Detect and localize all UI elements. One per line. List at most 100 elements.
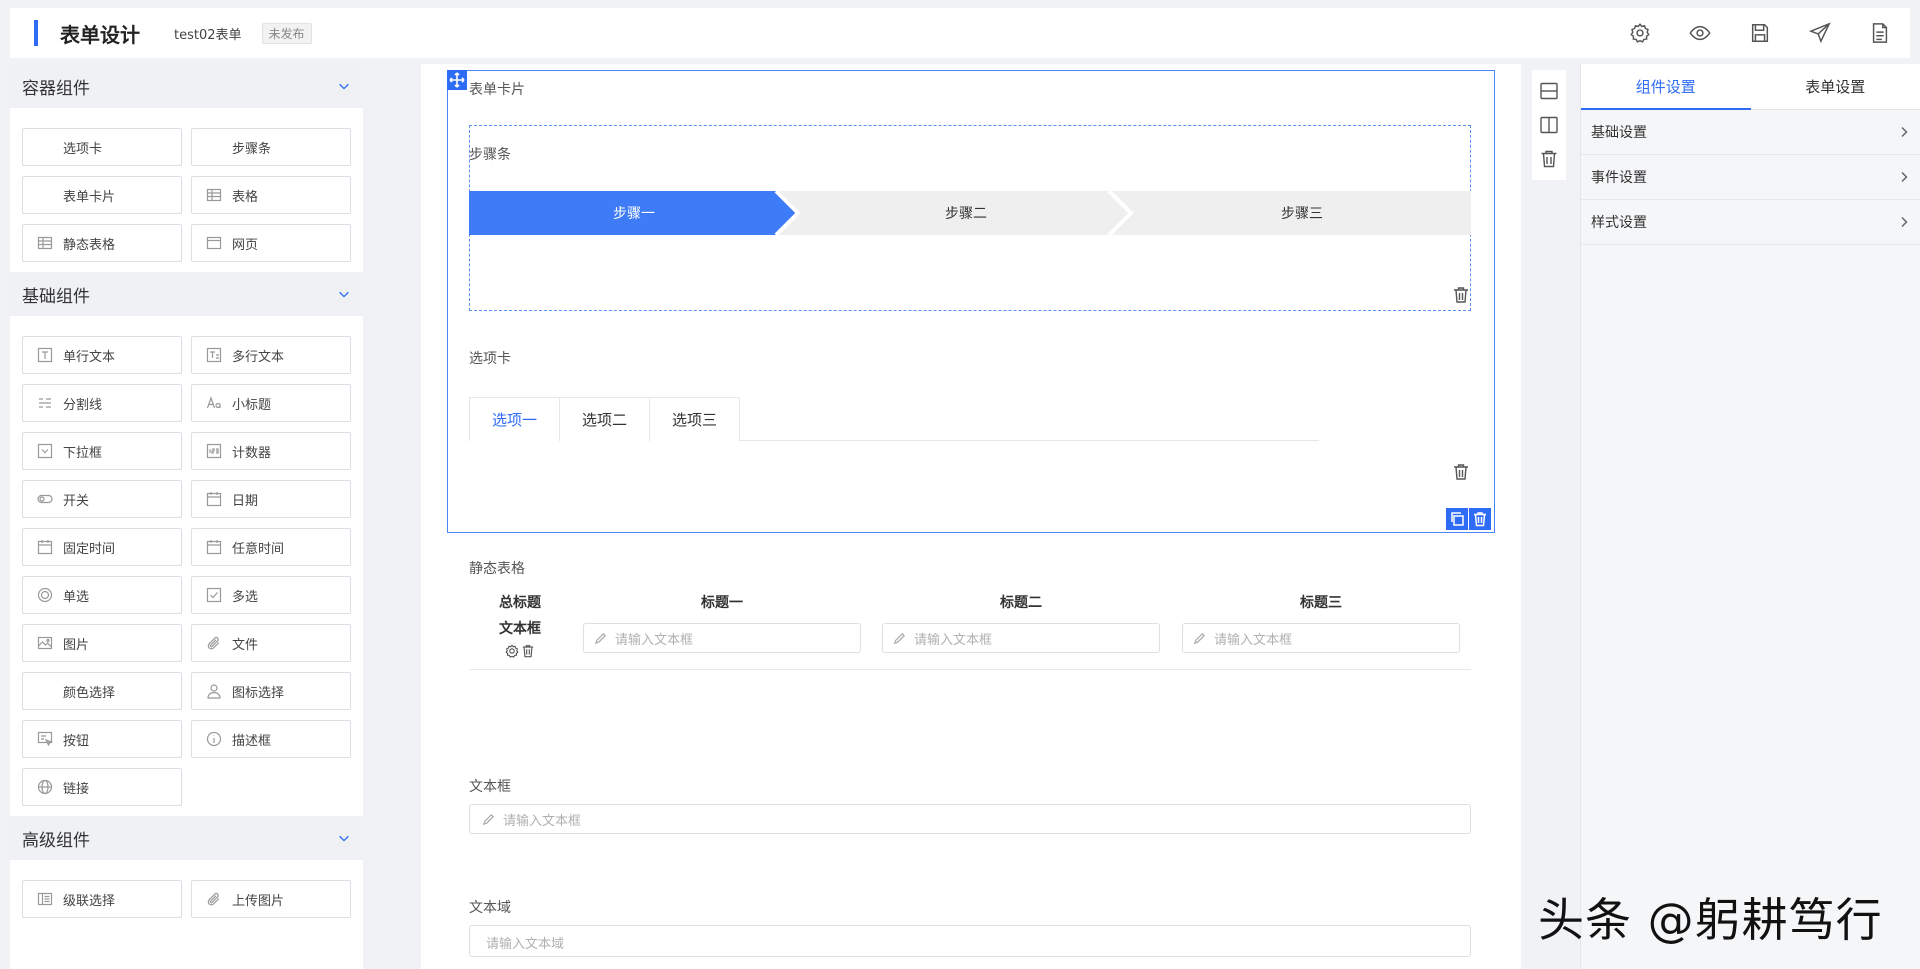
component-file[interactable]: 文件 xyxy=(191,624,351,662)
delete-tabs-button[interactable] xyxy=(1452,463,1470,481)
component-multi-text[interactable]: 多行文本 xyxy=(191,336,351,374)
table-cell-input-2[interactable]: 请输入文本框 xyxy=(882,623,1160,653)
component-label: 表格 xyxy=(232,189,259,205)
chevron-right-icon xyxy=(1901,216,1908,228)
trash-icon xyxy=(1541,150,1557,168)
component-divider[interactable]: 分割线 xyxy=(22,384,182,422)
component-subtitle[interactable]: 小标题 xyxy=(191,384,351,422)
component-switch[interactable]: 开关 xyxy=(22,480,182,518)
component-panel: 容器组件 选项卡 步骤条 表单卡片 表格 静态表格 网页 基础组件 单行文本 多… xyxy=(10,64,363,969)
row-layout-button[interactable] xyxy=(1537,79,1561,103)
tab-option-3[interactable]: 选项三 xyxy=(649,397,740,441)
eye-icon xyxy=(1689,25,1711,41)
tab-option-2[interactable]: 选项二 xyxy=(559,397,650,441)
group-header-advanced[interactable]: 高级组件 xyxy=(10,816,363,860)
user-icon xyxy=(207,684,221,699)
settings-item-basic[interactable]: 基础设置 xyxy=(1581,110,1920,155)
export-button[interactable] xyxy=(1850,8,1910,58)
component-label: 单行文本 xyxy=(63,349,116,365)
preview-button[interactable] xyxy=(1670,8,1730,58)
component-link[interactable]: 链接 xyxy=(22,768,182,806)
paperclip-icon xyxy=(207,636,220,650)
component-label: 链接 xyxy=(63,781,90,797)
component-single-text[interactable]: 单行文本 xyxy=(22,336,182,374)
delete-layout-button[interactable] xyxy=(1537,147,1561,171)
component-cascader[interactable]: 级联选择 xyxy=(22,880,182,918)
component-webpage[interactable]: 网页 xyxy=(191,224,351,262)
component-button[interactable]: 按钮 xyxy=(22,720,182,758)
tab-form-settings[interactable]: 表单设置 xyxy=(1751,64,1920,109)
table-cell-input-1[interactable]: 请输入文本框 xyxy=(583,623,861,653)
component-description[interactable]: 描述框 xyxy=(191,720,351,758)
drag-handle[interactable] xyxy=(447,70,467,90)
component-radio[interactable]: 单选 xyxy=(22,576,182,614)
delete-card-button[interactable] xyxy=(1469,508,1491,530)
group-header-basic[interactable]: 基础组件 xyxy=(10,272,363,316)
calendar-icon xyxy=(206,540,222,555)
delete-steps-button[interactable] xyxy=(1452,286,1470,304)
settings-tabs: 组件设置 表单设置 xyxy=(1581,64,1920,110)
chevron-down-icon xyxy=(339,835,349,842)
component-label: 开关 xyxy=(63,493,90,509)
save-button[interactable] xyxy=(1730,8,1790,58)
settings-panel: 组件设置 表单设置 基础设置 事件设置 样式设置 xyxy=(1580,64,1920,969)
pencil-icon xyxy=(893,632,905,644)
component-tabs[interactable]: 选项卡 xyxy=(22,128,182,166)
component-upload-image[interactable]: 上传图片 xyxy=(191,880,351,918)
component-any-time[interactable]: 任意时间 xyxy=(191,528,351,566)
gear-icon xyxy=(1630,23,1650,43)
settings-item-events[interactable]: 事件设置 xyxy=(1581,155,1920,200)
component-checkbox[interactable]: 多选 xyxy=(191,576,351,614)
copy-icon xyxy=(1451,512,1464,526)
component-color-picker[interactable]: 颜色选择 xyxy=(22,672,182,710)
component-static-table[interactable]: 静态表格 xyxy=(22,224,182,262)
tab-option-1[interactable]: 选项一 xyxy=(469,397,560,441)
component-label: 下拉框 xyxy=(63,445,103,461)
component-form-card[interactable]: 表单卡片 xyxy=(22,176,182,214)
step-2[interactable]: 步骤二 xyxy=(799,191,1133,235)
font-icon xyxy=(206,396,221,409)
design-canvas: 表单卡片 步骤条 步骤一 步骤二 步骤三 选项卡 选项一 选项二 选项三 静态表… xyxy=(421,64,1521,969)
component-image[interactable]: 图片 xyxy=(22,624,182,662)
textbox-label: 文本框 xyxy=(469,779,511,795)
gear-icon[interactable] xyxy=(505,644,519,658)
column-layout-button[interactable] xyxy=(1537,113,1561,137)
step-1[interactable]: 步骤一 xyxy=(469,191,799,235)
table-header-2: 标题二 xyxy=(1000,595,1042,611)
component-icon-picker[interactable]: 图标选择 xyxy=(191,672,351,710)
radio-icon xyxy=(37,587,53,603)
component-select[interactable]: 下拉框 xyxy=(22,432,182,470)
table-cell-input-3[interactable]: 请输入文本框 xyxy=(1182,623,1460,653)
trash-icon xyxy=(1454,464,1468,480)
calendar-icon xyxy=(206,492,222,507)
component-fixed-time[interactable]: 固定时间 xyxy=(22,528,182,566)
copy-card-button[interactable] xyxy=(1446,508,1468,530)
split-vertical-icon xyxy=(1540,116,1558,134)
table-cell-placeholder: 请输入文本框 xyxy=(615,632,694,648)
component-steps[interactable]: 步骤条 xyxy=(191,128,351,166)
settings-item-style[interactable]: 样式设置 xyxy=(1581,200,1920,245)
component-label: 计数器 xyxy=(232,445,272,461)
component-counter[interactable]: 计数器 xyxy=(191,432,351,470)
card-actions xyxy=(1445,508,1491,530)
component-label: 表单卡片 xyxy=(63,189,116,205)
steps-bar: 步骤一 步骤二 步骤三 xyxy=(469,191,1471,235)
textarea-input[interactable]: 请输入文本域 xyxy=(469,925,1471,957)
settings-button[interactable] xyxy=(1610,8,1670,58)
component-table[interactable]: 表格 xyxy=(191,176,351,214)
trash-icon[interactable] xyxy=(521,644,535,658)
page-title: 表单设计 xyxy=(60,22,140,47)
component-date[interactable]: 日期 xyxy=(191,480,351,518)
image-icon xyxy=(37,636,53,650)
tab-component-settings[interactable]: 组件设置 xyxy=(1581,64,1751,110)
steps-label: 步骤条 xyxy=(469,147,511,163)
textbox-input[interactable]: 请输入文本框 xyxy=(469,804,1471,834)
form-name: test02表单 xyxy=(174,27,242,43)
component-label: 多行文本 xyxy=(232,349,285,365)
component-label: 多选 xyxy=(232,589,259,605)
settings-item-label: 样式设置 xyxy=(1591,215,1647,231)
group-header-container[interactable]: 容器组件 xyxy=(10,64,363,108)
text-icon xyxy=(37,347,53,363)
step-3[interactable]: 步骤三 xyxy=(1133,191,1471,235)
publish-button[interactable] xyxy=(1790,8,1850,58)
